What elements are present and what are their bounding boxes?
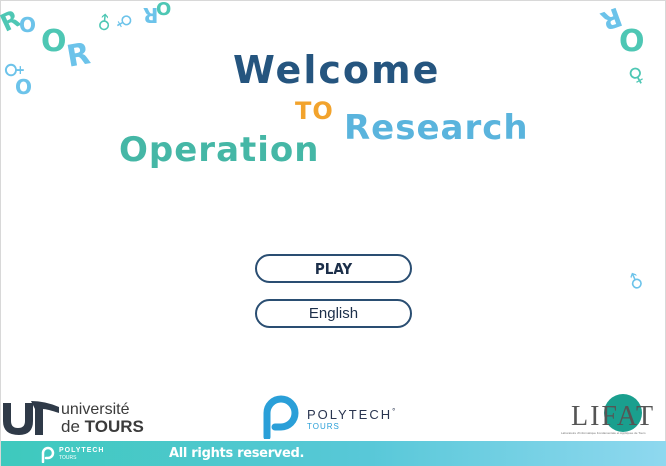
footer-rights-text: All rights reserved.	[169, 446, 305, 461]
deco-r-letter: R	[64, 36, 93, 75]
language-button[interactable]: English	[255, 299, 412, 328]
lifat-letters: LIFAT	[571, 401, 656, 432]
polytech-name: POLYTECH°	[307, 407, 398, 422]
title-operation: Operation	[119, 130, 320, 170]
deco-female-symbol: ♀	[623, 60, 649, 90]
de-tours-label: de TOURS	[61, 417, 144, 436]
lifat-caption: Laboratoire d'Informatique Fondamentale …	[561, 431, 646, 435]
footer-polytech-sub: TOURS	[59, 455, 77, 461]
deco-male-symbol: ♂	[623, 270, 650, 294]
footer-polytech-logo: POLYTECH TOURS	[39, 445, 109, 463]
deco-female-symbol: ♀	[111, 10, 137, 33]
deco-o-letter: O	[156, 0, 172, 20]
deco-o-letter: O	[619, 24, 645, 59]
title-welcome: Welcome	[233, 48, 441, 92]
title-to: TO	[295, 97, 334, 125]
lifat-logo: LIFAT Laboratoire d'Informatique Fondame…	[561, 393, 661, 439]
deco-o-letter: O	[41, 24, 67, 59]
polytech-sub: TOURS	[307, 422, 340, 431]
title-research: Research	[344, 108, 529, 148]
universite-mark-icon	[3, 401, 59, 435]
deco-o-letter: O	[19, 13, 37, 37]
deco-o-letter: O	[15, 75, 33, 99]
play-button[interactable]: PLAY	[255, 254, 412, 283]
polytech-tours-logo: POLYTECH° TOURS	[257, 393, 417, 439]
polytech-mark-icon	[263, 395, 299, 439]
footer-bar: POLYTECH TOURS All rights reserved.	[1, 441, 666, 466]
universite-de-tours-logo: université de TOURS	[1, 395, 161, 439]
footer-polytech-mark-icon	[41, 446, 55, 463]
footer-polytech-name: POLYTECH	[59, 447, 105, 454]
